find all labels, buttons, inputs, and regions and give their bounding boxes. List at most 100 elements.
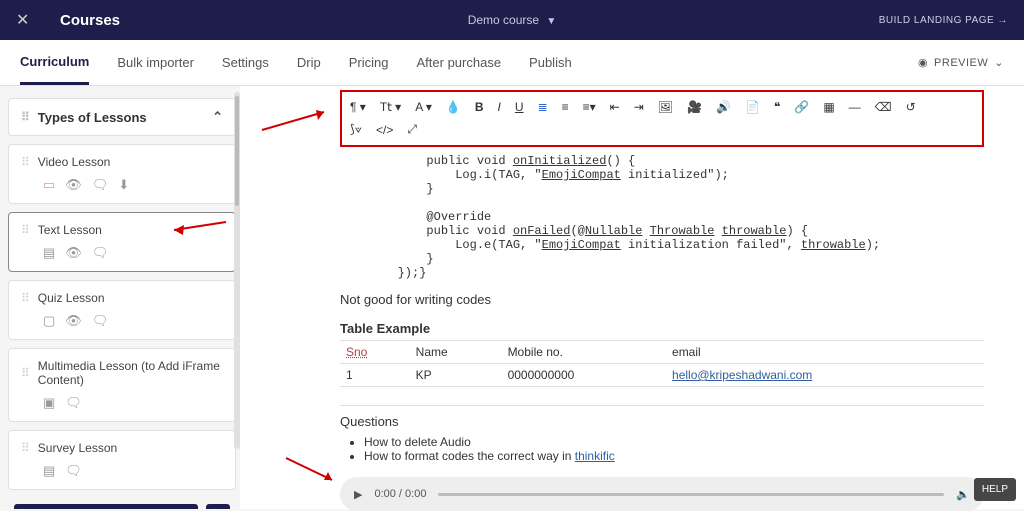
comment-icon[interactable]: 🗨 xyxy=(92,313,109,329)
eye-icon[interactable]: 👁 xyxy=(65,177,82,193)
tab-bulk-importer[interactable]: Bulk importer xyxy=(117,42,194,83)
fullscreen-button[interactable]: ⤢ xyxy=(407,122,417,137)
underline-button[interactable]: U xyxy=(515,100,524,114)
page-title: Courses xyxy=(60,12,120,29)
questions-list: How to delete Audio How to format codes … xyxy=(364,435,984,463)
align-left-button[interactable]: ≡▾ xyxy=(583,100,596,114)
table-button[interactable]: ▦ xyxy=(823,100,834,114)
list-item: How to format codes the correct way in t… xyxy=(364,449,984,463)
sidebar-section-header[interactable]: ⠿ Types of Lessons ⌃ xyxy=(8,98,236,136)
italic-button[interactable]: I xyxy=(498,100,501,114)
code-block[interactable]: public void onInitialized() { Log.i(TAG,… xyxy=(340,154,984,280)
lesson-name: Survey Lesson xyxy=(38,441,117,455)
sidebar: ⠿ Types of Lessons ⌃ ⠿Video Lesson ▭ 👁 🗨… xyxy=(0,86,240,509)
eye-icon[interactable]: 👁 xyxy=(65,245,82,261)
tab-pricing[interactable]: Pricing xyxy=(349,42,389,83)
thinkific-link[interactable]: thinkific xyxy=(575,449,615,463)
annotation-arrow xyxy=(262,110,332,137)
close-icon[interactable]: ✕ xyxy=(16,10,32,30)
image-button[interactable]: 🖼 xyxy=(658,100,673,114)
sidebar-section-title: Types of Lessons xyxy=(38,110,147,125)
eraser-button[interactable]: ⌫ xyxy=(875,100,892,114)
tab-settings[interactable]: Settings xyxy=(222,42,269,83)
lesson-name: Text Lesson xyxy=(38,223,102,237)
lesson-item-multimedia[interactable]: ⠿Multimedia Lesson (to Add iFrame Conten… xyxy=(8,348,236,422)
bold-button[interactable]: B xyxy=(475,100,484,114)
code-view-button[interactable]: </> xyxy=(376,123,393,137)
undo-button[interactable]: ↺ xyxy=(906,100,916,114)
file-button[interactable]: 📄 xyxy=(745,100,760,114)
preview-label: PREVIEW xyxy=(934,57,988,69)
audio-time: 0:00 / 0:00 xyxy=(374,488,426,500)
editor-content: ¶ ▾ T𝗍 ▾ A ▾ 💧 B I U ≣ ≡ ≡▾ ⇤ ⇥ 🖼 🎥 🔊 📄 … xyxy=(240,86,1024,509)
drag-handle-icon[interactable]: ⠿ xyxy=(21,223,30,237)
bullet-list-button[interactable]: ≣ xyxy=(538,100,548,114)
lesson-item-quiz[interactable]: ⠿Quiz Lesson ▢ 👁 🗨 xyxy=(8,280,236,340)
tab-drip[interactable]: Drip xyxy=(297,42,321,83)
comment-icon[interactable]: 🗨 xyxy=(65,463,82,479)
top-bar: ✕ Courses Demo course ▼ BUILD LANDING PA… xyxy=(0,0,1024,40)
indent-button[interactable]: ⇥ xyxy=(634,100,644,114)
tab-publish[interactable]: Publish xyxy=(529,42,572,83)
lesson-item-survey[interactable]: ⠿ Survey Lesson ▤ 🗨 xyxy=(8,430,236,490)
annotation-arrow xyxy=(286,458,340,489)
drag-handle-icon[interactable]: ⠿ xyxy=(21,441,30,455)
table-header: email xyxy=(666,341,984,364)
table-header: Sno xyxy=(340,341,410,364)
email-link[interactable]: hello@kripeshadwani.com xyxy=(672,368,812,382)
volume-icon[interactable]: 🔈 xyxy=(956,488,970,501)
table-cell: 0000000000 xyxy=(502,364,666,387)
divider xyxy=(340,405,984,406)
caret-down-icon: ▼ xyxy=(546,16,556,27)
course-selector-label: Demo course xyxy=(468,13,539,27)
audio-button[interactable]: 🔊 xyxy=(716,100,731,114)
add-chapter-button[interactable]: ADD CHAPTER xyxy=(14,504,198,509)
comment-icon[interactable]: 🗨 xyxy=(65,395,82,411)
drag-handle-icon[interactable]: ⠿ xyxy=(21,366,30,380)
example-table[interactable]: Sno Name Mobile no. email 1 KP 000000000… xyxy=(340,340,984,387)
collapse-icon[interactable]: ⌃ xyxy=(212,109,223,125)
video-icon: ▭ xyxy=(43,177,55,193)
video-button[interactable]: 🎥 xyxy=(687,100,702,114)
font-color-button[interactable]: A ▾ xyxy=(415,100,432,114)
font-size-button[interactable]: T𝗍 ▾ xyxy=(380,100,401,114)
link-button[interactable]: 🔗 xyxy=(794,100,809,114)
help-button[interactable]: HELP xyxy=(974,478,1016,501)
questions-heading: Questions xyxy=(340,414,984,429)
tab-curriculum[interactable]: Curriculum xyxy=(20,41,89,85)
outdent-button[interactable]: ⇤ xyxy=(610,100,620,114)
survey-icon: ▤ xyxy=(43,463,55,479)
list-item: How to delete Audio xyxy=(364,435,984,449)
table-cell: hello@kripeshadwani.com xyxy=(666,364,984,387)
highlight-button[interactable]: 💧 xyxy=(446,100,461,114)
lesson-item-text[interactable]: ⠿Text Lesson ▤ 👁 🗨 xyxy=(8,212,236,272)
download-icon[interactable]: ⬇ xyxy=(118,177,129,193)
drag-handle-icon[interactable]: ⠿ xyxy=(21,291,30,305)
audio-player[interactable]: ▶ 0:00 / 0:00 🔈 xyxy=(340,477,984,511)
quote-button[interactable]: ❝ xyxy=(774,100,780,114)
more-options-button[interactable]: ⋮ xyxy=(206,504,230,509)
table-cell: KP xyxy=(410,364,502,387)
eye-icon[interactable]: 👁 xyxy=(65,313,82,329)
lesson-item-video[interactable]: ⠿Video Lesson ▭ 👁 🗨 ⬇ xyxy=(8,144,236,204)
drag-handle-icon[interactable]: ⠿ xyxy=(21,155,30,169)
embed-button[interactable]: ⟆⟇ xyxy=(350,122,362,137)
lesson-name: Quiz Lesson xyxy=(38,291,105,305)
drag-handle-icon[interactable]: ⠿ xyxy=(21,110,30,124)
table-cell: 1 xyxy=(340,364,410,387)
multimedia-icon: ▣ xyxy=(43,395,55,411)
build-landing-page-button[interactable]: BUILD LANDING PAGE → xyxy=(879,15,1008,26)
tab-after-purchase[interactable]: After purchase xyxy=(417,42,502,83)
numbered-list-button[interactable]: ≡ xyxy=(562,100,569,114)
course-selector[interactable]: Demo course ▼ xyxy=(468,13,557,27)
play-icon[interactable]: ▶ xyxy=(354,488,362,501)
chevron-down-icon xyxy=(994,56,1004,69)
rich-text-toolbar: ¶ ▾ T𝗍 ▾ A ▾ 💧 B I U ≣ ≡ ≡▾ ⇤ ⇥ 🖼 🎥 🔊 📄 … xyxy=(340,90,984,147)
comment-icon[interactable]: 🗨 xyxy=(92,177,109,193)
editor-note[interactable]: Not good for writing codes xyxy=(340,292,984,307)
hr-button[interactable]: — xyxy=(849,100,861,114)
comment-icon[interactable]: 🗨 xyxy=(92,245,109,261)
preview-button[interactable]: ◉ PREVIEW xyxy=(918,56,1004,69)
paragraph-format-button[interactable]: ¶ ▾ xyxy=(350,100,366,114)
audio-track[interactable] xyxy=(438,493,944,496)
